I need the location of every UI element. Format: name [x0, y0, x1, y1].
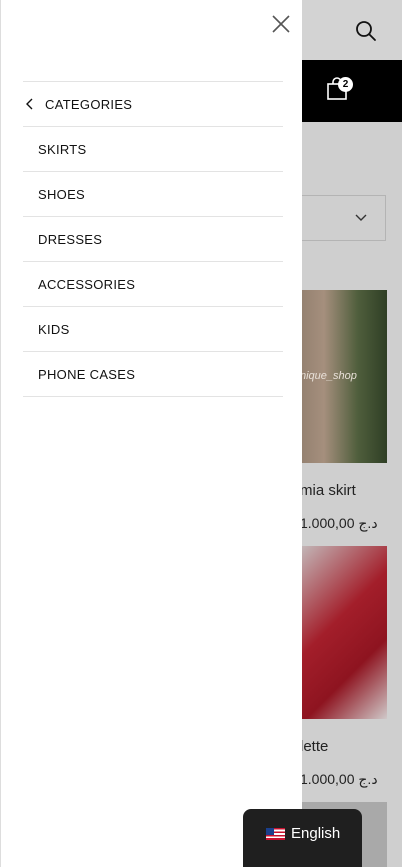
menu-item-accessories[interactable]: ACCESSORIES — [23, 262, 283, 307]
menu-back-categories[interactable]: CATEGORIES — [23, 82, 283, 127]
close-icon[interactable] — [269, 12, 293, 36]
category-menu: CATEGORIES SKIRTS SHOES DRESSES ACCESSOR… — [23, 81, 283, 397]
search-icon[interactable] — [354, 19, 378, 43]
chevron-down-icon — [355, 214, 367, 221]
chevron-left-icon — [26, 98, 33, 110]
menu-item-phone-cases[interactable]: PHONE CASES — [23, 352, 283, 397]
language-switcher[interactable]: English — [243, 809, 362, 867]
menu-item-skirts[interactable]: SKIRTS — [23, 127, 283, 172]
product-price: 1.000,00 د.ج — [300, 515, 378, 531]
menu-item-kids[interactable]: KIDS — [23, 307, 283, 352]
menu-item-shoes[interactable]: SHOES — [23, 172, 283, 217]
us-flag-icon — [266, 828, 285, 840]
product-image-caption: nique_shop — [300, 370, 357, 382]
menu-back-label: CATEGORIES — [45, 96, 133, 112]
product-price: 1.000,00 د.ج — [300, 771, 378, 787]
menu-drawer: CATEGORIES SKIRTS SHOES DRESSES ACCESSOR… — [0, 0, 302, 867]
cart-count-badge: 2 — [338, 77, 353, 92]
product-name[interactable]: lette — [300, 738, 328, 755]
language-label: English — [291, 825, 341, 842]
product-name[interactable]: mia skirt — [300, 482, 356, 499]
product-image[interactable] — [290, 546, 387, 719]
menu-item-dresses[interactable]: DRESSES — [23, 217, 283, 262]
